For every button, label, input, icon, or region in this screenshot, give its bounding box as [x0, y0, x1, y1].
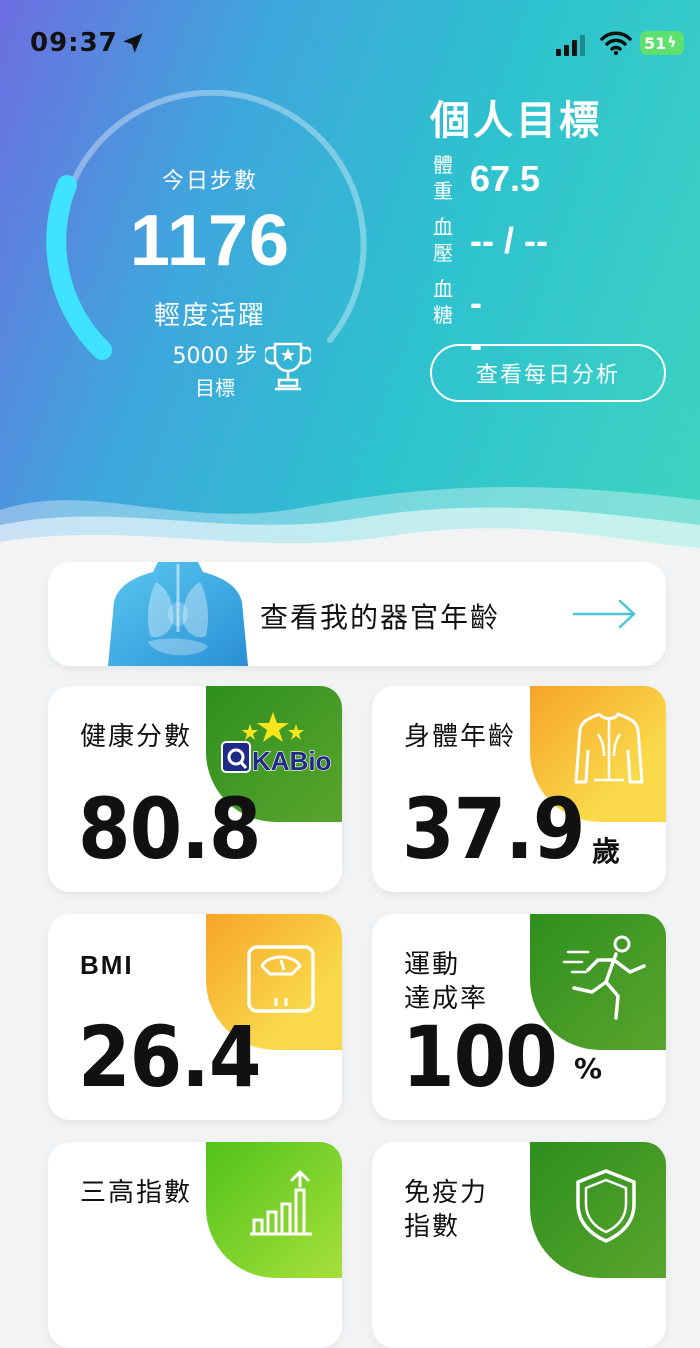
- organ-age-card[interactable]: 查看我的器官年齡: [48, 562, 666, 666]
- goal-value-blood-pressure: -- / --: [470, 220, 548, 261]
- wave-decoration: [0, 486, 700, 560]
- goal-label-blood-pressure: 血壓: [433, 215, 453, 265]
- exercise-rate-value: 100: [402, 1008, 558, 1106]
- activity-level: 輕度活躍: [153, 301, 266, 331]
- exercise-rate-title: 運動 達成率: [404, 948, 488, 1016]
- step-goal-label: 目標: [195, 376, 235, 400]
- immunity-badge: [530, 1142, 666, 1278]
- immunity-title: 免疫力 指數: [404, 1176, 488, 1244]
- exercise-rate-card[interactable]: 運動 達成率 100 %: [372, 914, 666, 1120]
- personal-goals-title: 個人目標: [430, 98, 602, 144]
- chart-up-icon: [250, 1170, 312, 1236]
- three-highs-title: 三高指數: [80, 1178, 193, 1208]
- torso-organs-icon: [108, 562, 248, 666]
- health-score-value: 80.8: [78, 780, 261, 878]
- health-score-card[interactable]: KABio 健康分數 80.8: [48, 686, 342, 892]
- step-goal-value: 5000 步: [172, 344, 258, 369]
- status-time: 09:37: [30, 28, 118, 58]
- three-highs-badge: [206, 1142, 342, 1278]
- exercise-rate-unit: %: [573, 1052, 602, 1085]
- bmi-card[interactable]: BMI 26.4: [48, 914, 342, 1120]
- three-highs-card[interactable]: 三高指數: [48, 1142, 342, 1348]
- cellular-signal-icon: [556, 35, 585, 56]
- immunity-title-line2: 指數: [404, 1212, 461, 1242]
- immunity-card[interactable]: 免疫力 指數: [372, 1142, 666, 1348]
- steps-count: 1176: [129, 201, 291, 281]
- bmi-title: BMI: [80, 950, 134, 980]
- scale-icon: [247, 945, 315, 1013]
- battery-indicator: 51 ϟ: [640, 31, 684, 55]
- arrow-right-icon: [572, 599, 636, 629]
- kabio-logo: KABio: [221, 741, 332, 777]
- goal-value-weight: 67.5: [470, 158, 541, 199]
- body-age-unit: 歲: [591, 835, 620, 868]
- bmi-value: 26.4: [78, 1008, 261, 1106]
- hero-header: 09:37 51 ϟ 今日步數 1176 輕度活躍 5000 步 目標 個人目標…: [0, 0, 700, 560]
- body-age-value: 37.9: [402, 780, 585, 878]
- step-goal: 5000 步 目標: [160, 338, 270, 401]
- goal-label-weight: 體重: [433, 153, 453, 203]
- immunity-title-line1: 免疫力: [404, 1178, 489, 1208]
- trophy-icon: [265, 342, 311, 391]
- exercise-rate-title-line1: 運動: [404, 950, 461, 980]
- daily-analysis-button[interactable]: 查看每日分析: [430, 344, 666, 402]
- steps-title: 今日步數: [161, 169, 258, 194]
- status-bar: 09:37 51 ϟ: [0, 0, 700, 90]
- kabio-logo-text: KABio: [252, 746, 331, 776]
- body-age-title: 身體年齡: [404, 722, 517, 752]
- body-age-card[interactable]: 身體年齡 37.9 歲: [372, 686, 666, 892]
- shield-icon: [576, 1169, 636, 1243]
- battery-level: 51: [644, 33, 667, 53]
- goal-label-blood-sugar: 血糖: [433, 277, 453, 327]
- organ-age-label: 查看我的器官年齡: [260, 601, 501, 634]
- location-arrow-icon: [123, 33, 143, 53]
- health-score-title: 健康分數: [80, 722, 193, 752]
- runner-icon: [562, 935, 646, 1020]
- body-icon: [574, 712, 644, 784]
- wifi-icon: [600, 31, 632, 56]
- charging-bolt-icon: ϟ: [667, 35, 677, 51]
